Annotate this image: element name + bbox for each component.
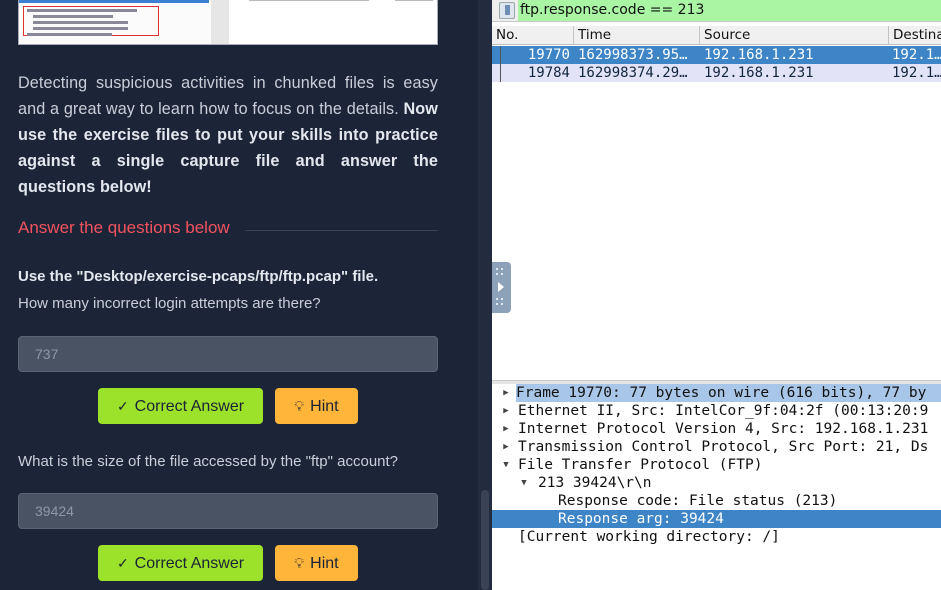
correct-answer-label: Correct Answer [134,555,245,572]
question-1-text: How many incorrect login attempts are th… [18,295,321,312]
packet-no: 19784 [527,65,570,81]
check-icon: ✓ [116,555,129,571]
detail-text: Response arg: 39424 [558,511,724,527]
description-text: Detecting suspicious activities in chunk… [18,74,438,118]
packet-row[interactable]: 19784 162998374.29… 192.168.1.231 192.1… [492,64,941,82]
chevron-down-icon[interactable]: ▼ [518,474,530,492]
hint-label: Hint [310,555,339,572]
pane-splitter-handle[interactable] [492,262,511,313]
detail-row-response-code[interactable]: Response code: File status (213) [492,492,941,510]
question-1-instruction: Use the "Desktop/exercise-pcaps/ftp/ftp.… [18,268,379,285]
question-2-answer-field[interactable]: 39424 [18,493,438,529]
detail-row-ftp[interactable]: ▼ File Transfer Protocol (FTP) [492,456,941,474]
detail-text: Frame 19770: 77 bytes on wire (616 bits)… [516,384,941,402]
question-2-hint-button[interactable]: 💡︎ Hint [275,545,358,581]
wireshark-screenshot-image [18,0,438,45]
question-2-text: What is the size of the file accessed by… [18,453,399,470]
detail-text: Ethernet II, Src: IntelCor_9f:04:2f (00:… [518,403,929,419]
lightbulb-icon: 💡︎ [294,398,305,414]
packet-time: 162998373.95… [578,47,688,63]
grip-dot [501,273,503,275]
thumb-selected-row [19,0,209,3]
packet-row[interactable]: 19770 162998373.95… 192.168.1.231 192.1… [492,46,941,64]
detail-row-working-directory[interactable]: [Current working directory: /] [492,528,941,546]
bookmark-icon[interactable] [499,2,515,19]
packet-destination: 192.1… [892,47,941,63]
grip-dot [501,268,503,270]
chevron-right-icon[interactable]: ▶ [500,384,512,402]
packet-source: 192.168.1.231 [704,65,814,81]
grip-dot [501,298,503,300]
grip-dot [496,298,498,300]
question-1-answer-field[interactable]: 737 [18,336,438,372]
wireshark-window: ftp.response.code == 213 No. Time Source… [492,0,941,590]
question-1-correct-answer-button[interactable]: ✓ Correct Answer [98,388,263,424]
detail-row-ipv4[interactable]: ▶ Internet Protocol Version 4, Src: 192.… [492,420,941,438]
question-1-hint-button[interactable]: 💡︎ Hint [275,388,358,424]
heading-divider [245,230,438,231]
display-filter-input[interactable]: ftp.response.code == 213 [518,0,941,21]
detail-text: Response code: File status (213) [558,493,838,509]
detail-row-tcp[interactable]: ▶ Transmission Control Protocol, Src Por… [492,438,941,456]
detail-row-response-arg[interactable]: Response arg: 39424 [492,510,941,528]
thumb-text-line [33,21,128,24]
packet-time: 162998374.29… [578,65,688,81]
grip-dot [496,268,498,270]
chevron-right-icon[interactable]: ▶ [500,438,512,456]
thumb-text-line [27,9,137,12]
task-panel-scrollbar[interactable] [478,0,492,590]
question-2-correct-answer-button[interactable]: ✓ Correct Answer [98,545,263,581]
grip-dot [501,303,503,305]
task-panel: Detecting suspicious activities in chunk… [0,0,478,590]
column-header-time[interactable]: Time [574,26,700,45]
detail-text: Internet Protocol Version 4, Src: 192.16… [518,421,929,437]
column-header-destination[interactable]: Destina [889,26,941,45]
packet-no: 19770 [527,47,570,63]
grip-dot [496,273,498,275]
detail-row-frame[interactable]: ▶ Frame 19770: 77 bytes on wire (616 bit… [492,384,941,402]
column-header-no[interactable]: No. [492,26,574,45]
packet-list-header: No. Time Source Destina [492,26,941,45]
grip-dot [496,303,498,305]
detail-row-ftp-response[interactable]: ▼ 213 39424\r\n [492,474,941,492]
thumb-divider [211,0,229,44]
thumb-text-line [33,15,113,18]
thumb-ascii-line [395,0,433,1]
thumb-hex-line [249,0,369,1]
chevron-right-icon[interactable]: ▶ [500,420,512,438]
detail-text: Transmission Control Protocol, Src Port:… [518,439,929,455]
detail-text: [Current working directory: /] [518,529,780,545]
display-filter-toolbar: ftp.response.code == 213 [492,0,941,22]
packet-source: 192.168.1.231 [704,47,814,63]
scrollbar-thumb[interactable] [481,490,489,590]
packet-destination: 192.1… [892,65,941,81]
detail-text: 213 39424\r\n [538,475,652,491]
detail-text: File Transfer Protocol (FTP) [518,457,763,473]
chevron-right-icon[interactable]: ▶ [500,402,512,420]
detail-row-ethernet[interactable]: ▶ Ethernet II, Src: IntelCor_9f:04:2f (0… [492,402,941,420]
expand-arrow-icon [498,282,504,292]
lightbulb-icon: 💡︎ [294,555,305,571]
check-icon: ✓ [116,398,129,414]
answer-questions-heading: Answer the questions below [18,218,230,237]
column-header-source[interactable]: Source [700,26,889,45]
thumb-text-line [27,33,112,36]
hint-label: Hint [310,398,339,415]
thumb-text-line [33,27,128,30]
chevron-down-icon[interactable]: ▼ [500,456,512,474]
task-description: Detecting suspicious activities in chunk… [18,70,438,200]
correct-answer-label: Correct Answer [134,398,245,415]
